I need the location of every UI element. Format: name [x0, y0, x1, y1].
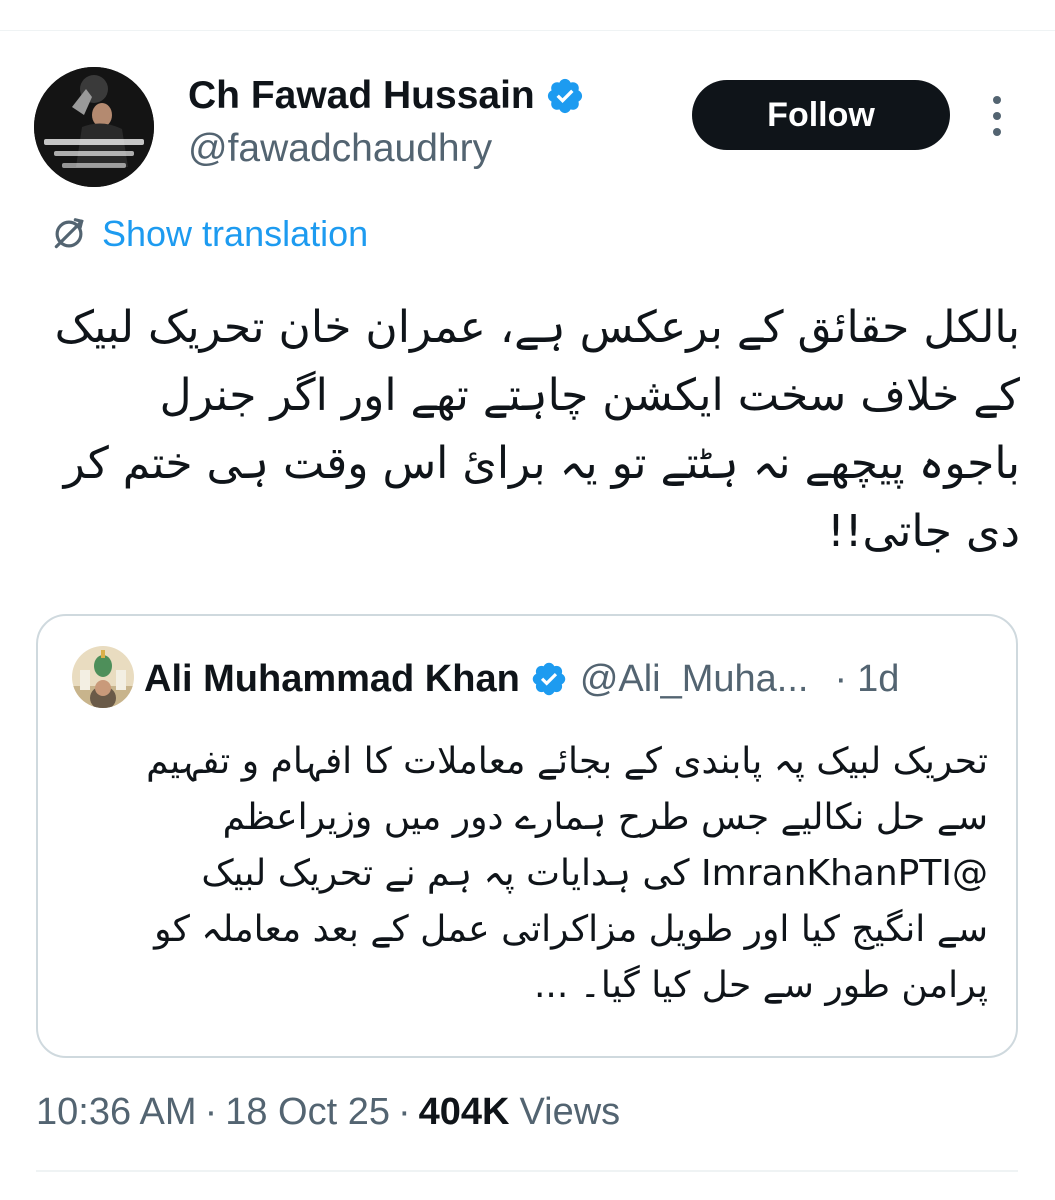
quoted-author-avatar[interactable] — [72, 646, 134, 708]
author-name-row[interactable]: Ch Fawad Hussain — [188, 70, 585, 122]
more-dot — [993, 112, 1001, 120]
top-divider — [0, 30, 1055, 31]
tweet-date[interactable]: 18 Oct 25 — [225, 1091, 390, 1134]
quoted-author-handle[interactable]: @Ali_Muha... — [580, 658, 809, 701]
tweet-meta-row: 10:36 AM · 18 Oct 25 · 404K Views — [36, 1086, 620, 1138]
more-vertical-icon[interactable] — [982, 96, 1012, 136]
views-label: Views — [519, 1090, 621, 1133]
quoted-line: سے انگیج کیا اور طویل مزاکراتی عمل کے بع… — [154, 909, 988, 950]
avatar-image-icon — [34, 67, 154, 187]
quoted-line: سے حل نکالیے جس طرح ہمارے دور میں وزیراع… — [222, 797, 988, 838]
verified-badge-icon — [532, 662, 566, 696]
quoted-tweet-header: Ali Muhammad Khan @Ali_Muha... · 1d — [144, 654, 994, 704]
tweet-time[interactable]: 10:36 AM — [36, 1091, 197, 1134]
quoted-line: پرامن طور سے حل کیا گیا۔ ... — [533, 965, 988, 1006]
quoted-tweet-card[interactable]: Ali Muhammad Khan @Ali_Muha... · 1d تحری… — [36, 614, 1018, 1058]
author-handle[interactable]: @fawadchaudhry — [188, 124, 492, 174]
show-translation-link[interactable]: Show translation — [50, 212, 368, 256]
tweet-line: دی جاتی!! — [827, 506, 1020, 557]
quoted-line: @ImranKhanPTI کی ہدایات پہ ہم نے تحریک ل… — [201, 853, 988, 894]
tweet-text: بالکل حقائق کے برعکس ہے، عمران خان تحریک… — [30, 294, 1020, 566]
meta-separator: · — [204, 1090, 218, 1133]
more-dot — [993, 128, 1001, 136]
quoted-line: تحریک لبیک پہ پابندی کے بجائے معاملات کا… — [146, 741, 988, 782]
quoted-author-name[interactable]: Ali Muhammad Khan — [144, 658, 520, 701]
show-translation-label[interactable]: Show translation — [102, 213, 368, 255]
verified-badge-icon — [547, 78, 582, 114]
more-dot — [993, 96, 1001, 104]
quoted-tweet-text: تحریک لبیک پہ پابندی کے بجائے معاملات کا… — [68, 734, 988, 1014]
quoted-separator: · — [834, 657, 848, 700]
tweet-line: بالکل حقائق کے برعکس ہے، عمران خان تحریک… — [54, 302, 1020, 353]
follow-button[interactable]: Follow — [692, 80, 950, 150]
translate-icon — [54, 218, 84, 249]
views-count[interactable]: 404K — [419, 1091, 510, 1134]
quoted-timestamp[interactable]: 1d — [857, 658, 899, 701]
quoted-avatar-image-icon — [72, 646, 134, 708]
tweet-line: کے خلاف سخت ایکشن چاہتے تھے اور اگر جنرل — [159, 370, 1020, 421]
author-avatar[interactable] — [34, 67, 154, 187]
bottom-divider — [36, 1170, 1018, 1172]
tweet-line: باجوہ پیچھے نہ ہٹتے تو یہ برائ اس وقت ہی… — [63, 438, 1020, 489]
meta-separator: · — [397, 1090, 411, 1133]
author-name[interactable]: Ch Fawad Hussain — [188, 70, 535, 122]
